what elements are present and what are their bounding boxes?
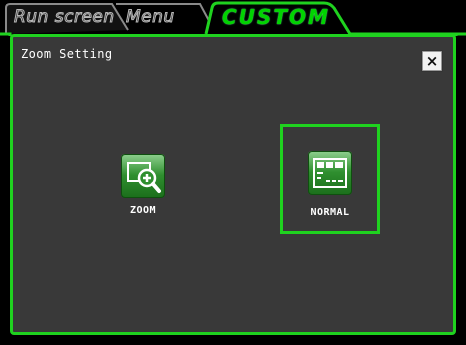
tab-run-screen[interactable]: Run screen [14,7,115,28]
tab-custom[interactable]: CUSTOM [222,5,330,29]
tab-bar: Run screen Menu CUSTOM [0,0,466,36]
normal-option-button[interactable]: NORMAL [280,124,380,234]
normal-option-label: NORMAL [310,207,350,218]
panel-title: Zoom Setting [21,47,113,61]
close-icon: × [425,52,439,70]
screen-layout-icon [308,151,352,195]
zoom-option-button[interactable]: ZOOM [113,147,173,227]
close-button[interactable]: × [421,50,443,72]
zoom-setting-panel: Zoom Setting × ZOOM NORMAL [10,34,456,335]
zoom-in-icon [121,154,165,198]
tab-menu[interactable]: Menu [126,7,175,28]
zoom-option-label: ZOOM [129,205,157,216]
